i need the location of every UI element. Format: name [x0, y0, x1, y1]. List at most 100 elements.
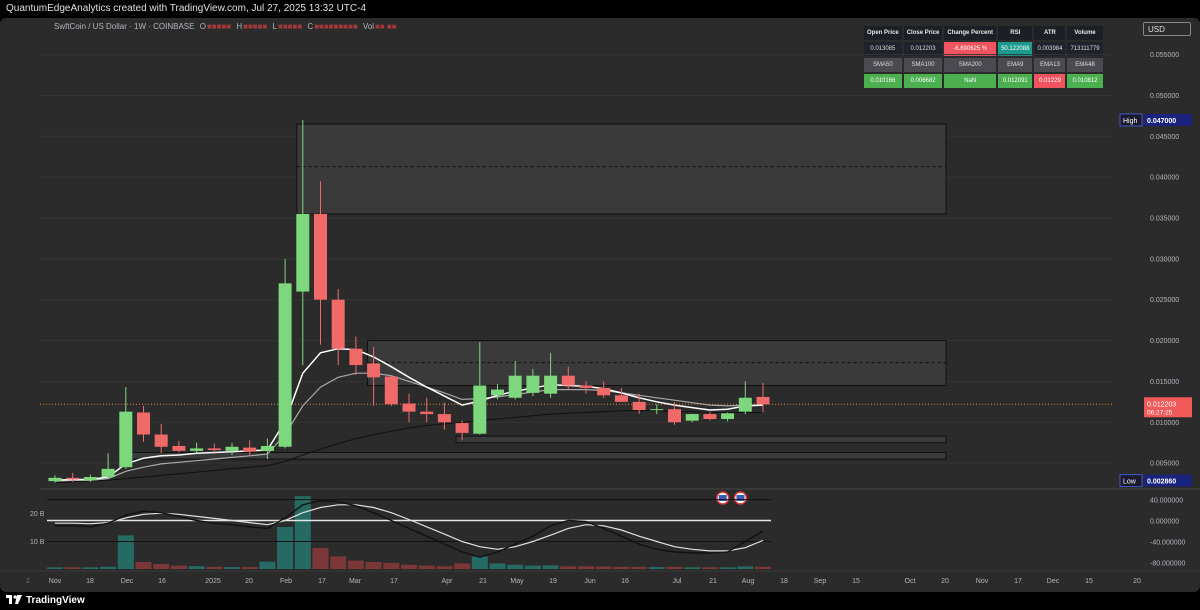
x-tick-label: 21: [709, 578, 717, 585]
x-tick-label: 17: [390, 578, 398, 585]
volume-bar: [170, 565, 187, 569]
volume-bar: [330, 556, 347, 569]
candle-body: [66, 477, 80, 480]
volume-bar: [560, 566, 577, 569]
oscillator-main-line: [55, 499, 764, 558]
volume-bar: [436, 566, 453, 569]
last-price-countdown: 06:27:25: [1147, 409, 1173, 416]
candle-body: [243, 447, 257, 452]
candle-body: [349, 348, 363, 366]
candle-body: [402, 403, 416, 412]
x-tick-label: 21: [479, 578, 487, 585]
volume-bar: [312, 548, 329, 569]
candle-body: [668, 409, 681, 423]
candle-body: [614, 395, 628, 402]
last-price-value: 0.012203: [1147, 401, 1176, 408]
x-tick-label: Apr: [442, 578, 454, 585]
credit-text: QuantumEdgeAnalytics created with Tradin…: [6, 3, 367, 14]
volume-bar: [188, 566, 205, 569]
volume-bar: [648, 567, 665, 569]
candle-body: [508, 375, 522, 398]
volume-bar: [701, 567, 718, 569]
x-tick-label: Jul: [673, 578, 682, 585]
volume-bar: [755, 566, 771, 569]
x-tick-label: 20: [941, 578, 949, 585]
volume-bar: [401, 564, 417, 569]
candle-body: [154, 434, 168, 447]
brand-name: TradingView: [26, 595, 85, 606]
low-marker-value: 0.002860: [1147, 479, 1176, 486]
oscillator-tick-label: 40.000000: [1150, 498, 1183, 505]
candle-body: [420, 411, 434, 415]
candle-body: [597, 387, 611, 396]
candle-body: [721, 413, 735, 420]
volume-bar: [117, 535, 134, 569]
zone-box: [296, 123, 947, 215]
y-tick-label: 0.055000: [1150, 52, 1179, 59]
volume-bar: [737, 566, 754, 569]
chart-frame[interactable]: SwftCoin / US Dollar · 1W · COINBASE O■■…: [0, 18, 1200, 592]
volume-bar: [613, 566, 630, 569]
x-tick-label: 15: [1085, 578, 1093, 585]
x-tick-label: Feb: [280, 578, 292, 585]
x-tick-label: 18: [780, 578, 788, 585]
price-chart[interactable]: 0.055000 0.050000 0.045000 0.040000 0.035000…: [0, 18, 1200, 592]
x-tick-label: Mar: [349, 578, 362, 585]
top-bar: QuantumEdgeAnalytics created with Tradin…: [0, 0, 1200, 18]
volume-bar: [224, 567, 240, 569]
volume-bar: [524, 565, 541, 569]
oscillator-tick-label: -40.000000: [1150, 539, 1186, 546]
candle-body: [650, 409, 664, 411]
candle-body: [101, 468, 115, 478]
volume-bar: [206, 566, 223, 569]
y-tick-label: 0.050000: [1150, 93, 1179, 100]
low-marker-label: Low: [1123, 479, 1137, 486]
candle-body: [756, 396, 770, 405]
x-tick-label: Aug: [742, 578, 755, 585]
candle-body: [685, 414, 699, 421]
candle-body: [384, 376, 398, 405]
x-tick-label: Dec: [1047, 578, 1060, 585]
volume-bar: [631, 566, 648, 569]
candle-body: [561, 375, 575, 386]
oscillator-tick-label: 0.000000: [1150, 519, 1179, 526]
volume-bar: [135, 562, 152, 569]
volume-bar: [153, 563, 170, 569]
x-tick-label: Oct: [905, 578, 916, 585]
x-tick-label: 17: [318, 578, 326, 585]
volume-bar: [277, 527, 294, 569]
candle-body: [278, 283, 292, 447]
x-tick-label: 19: [549, 578, 557, 585]
volume-bar: [454, 563, 471, 569]
volume-bar: [595, 566, 612, 569]
candle-body: [579, 385, 593, 388]
y-tick-label: 0.005000: [1150, 461, 1179, 468]
candle-body: [137, 412, 150, 435]
volume-bar: [542, 565, 559, 569]
y-tick-label: 0.040000: [1150, 175, 1179, 182]
candle-body: [83, 477, 97, 481]
y-tick-label: 0.015000: [1150, 379, 1179, 386]
tradingview-logo-icon: [6, 595, 22, 604]
candle-body: [703, 414, 717, 420]
volume-tick-label: 10 B: [30, 539, 45, 546]
x-tick-label: Sep: [814, 578, 827, 585]
volume-tick-label: 20 B: [30, 511, 45, 518]
volume-bar: [365, 562, 382, 569]
y-tick-label: 0.025000: [1150, 297, 1179, 304]
volume-bar: [507, 564, 524, 569]
x-tick-label: 16: [158, 578, 166, 585]
candle-body: [314, 213, 327, 300]
volume-bar: [578, 566, 594, 569]
x-tick-label: 16: [621, 578, 629, 585]
tradingview-logo[interactable]: TradingView: [6, 594, 85, 608]
volume-bar: [100, 566, 117, 569]
candle-body: [367, 363, 381, 378]
x-tick-label: 18: [86, 578, 94, 585]
y-tick-label: 0.035000: [1150, 216, 1179, 223]
candle-body: [738, 397, 752, 412]
volume-bar: [259, 561, 276, 569]
y-tick-label: 0.020000: [1150, 338, 1179, 345]
x-tick-label: 2025: [205, 578, 221, 585]
candle-body: [331, 299, 345, 349]
